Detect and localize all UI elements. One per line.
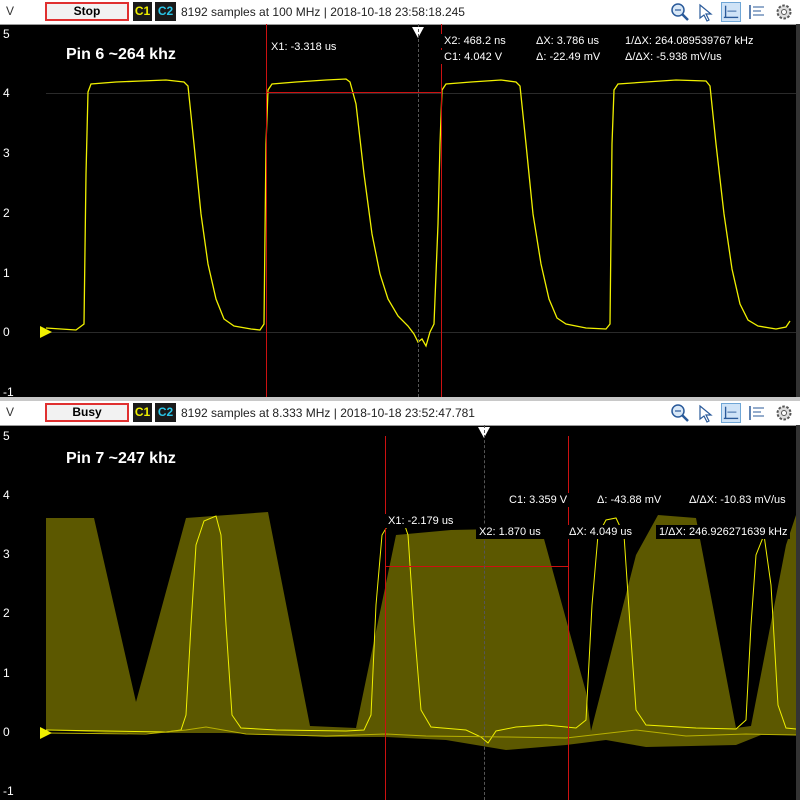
y-tick-label: 3 <box>3 146 10 160</box>
settings-icon[interactable] <box>774 403 794 423</box>
panel-toolbar: V Busy C1 C2 8192 samples at 8.333 MHz |… <box>0 401 800 426</box>
measurement-dx: ΔX: 4.049 us <box>566 525 635 539</box>
y-tick-label: 0 <box>3 725 10 739</box>
cursor-level-line[interactable] <box>266 92 441 93</box>
cursor-icon[interactable] <box>696 2 716 22</box>
waveform-trace-pin7 <box>46 512 796 750</box>
panel-toolbar: V Stop C1 C2 8192 samples at 100 MHz | 2… <box>0 0 800 25</box>
settings-icon[interactable] <box>774 2 794 22</box>
measurement-inv-dx: 1/ΔX: 264.089539767 kHz <box>622 34 757 48</box>
y-tick-label: 2 <box>3 606 10 620</box>
ground-marker-icon[interactable] <box>40 326 52 338</box>
acquisition-info: 8192 samples at 100 MHz | 2018-10-18 23:… <box>181 5 465 19</box>
cursor-x2[interactable] <box>441 24 442 397</box>
cursor-x2[interactable] <box>568 436 569 800</box>
y-tick-label: 5 <box>3 27 10 41</box>
trace-label: Pin 7 ~247 khz <box>66 450 176 467</box>
cursor-level-line[interactable] <box>385 566 568 567</box>
measurement-x1: X1: -3.318 us <box>268 40 340 54</box>
channel-1-toggle[interactable]: C1 <box>133 403 152 422</box>
scrollbar[interactable] <box>796 24 800 397</box>
y-tick-label: 0 <box>3 325 10 339</box>
horizontal-cursor-icon[interactable] <box>721 403 741 423</box>
scope-panel-top: V Stop C1 C2 8192 samples at 100 MHz | 2… <box>0 0 800 399</box>
measurement-dx: ΔX: 3.786 us <box>533 34 602 48</box>
y-tick-label: 1 <box>3 666 10 680</box>
trigger-line <box>418 24 419 397</box>
vertical-cursor-icon[interactable] <box>747 403 767 423</box>
measurement-delta-per-dx: Δ/ΔX: -5.938 mV/us <box>622 50 725 64</box>
y-tick-label: 2 <box>3 206 10 220</box>
vertical-cursor-icon[interactable] <box>747 2 767 22</box>
measurement-x1: X1: -2.179 us <box>385 514 457 528</box>
y-tick-label: 4 <box>3 86 10 100</box>
ground-marker-icon[interactable] <box>40 727 52 739</box>
measurement-x2: X2: 468.2 ns <box>441 34 509 48</box>
horizontal-cursor-icon[interactable] <box>721 2 741 22</box>
measurement-delta: Δ: -43.88 mV <box>594 493 665 507</box>
scope-panel-bottom: V Busy C1 C2 8192 samples at 8.333 MHz |… <box>0 401 800 800</box>
zoom-icon[interactable] <box>670 403 690 423</box>
busy-button[interactable]: Busy <box>45 403 129 422</box>
trigger-line <box>484 425 485 800</box>
cursor-x1[interactable] <box>266 24 267 397</box>
scrollbar[interactable] <box>796 425 800 800</box>
y-tick-label: 4 <box>3 488 10 502</box>
y-tick-label: 5 <box>3 429 10 443</box>
channel-2-toggle[interactable]: C2 <box>155 2 176 21</box>
y-tick-label: -1 <box>3 784 14 798</box>
measurement-x2: X2: 1.870 us <box>476 525 544 539</box>
measurement-c1: C1: 3.359 V <box>506 493 571 507</box>
cursor-x1[interactable] <box>385 436 386 800</box>
zoom-icon[interactable] <box>670 2 690 22</box>
acquisition-info: 8192 samples at 8.333 MHz | 2018-10-18 2… <box>181 406 475 420</box>
y-axis-unit: V <box>6 405 15 419</box>
y-tick-label: 3 <box>3 547 10 561</box>
measurement-inv-dx: 1/ΔX: 246.926271639 kHz <box>656 525 791 539</box>
channel-1-toggle[interactable]: C1 <box>133 2 152 21</box>
stop-button[interactable]: Stop <box>45 2 129 21</box>
measurement-c1: C1: 4.042 V <box>441 50 506 64</box>
measurement-delta-per-dx: Δ/ΔX: -10.83 mV/us <box>686 493 789 507</box>
waveform-trace-pin6 <box>46 78 791 348</box>
cursor-icon[interactable] <box>696 403 716 423</box>
y-tick-label: 1 <box>3 266 10 280</box>
measurement-delta: Δ: -22.49 mV <box>533 50 604 64</box>
trace-label: Pin 6 ~264 khz <box>66 46 176 63</box>
channel-2-toggle[interactable]: C2 <box>155 403 176 422</box>
y-axis-unit: V <box>6 4 15 18</box>
